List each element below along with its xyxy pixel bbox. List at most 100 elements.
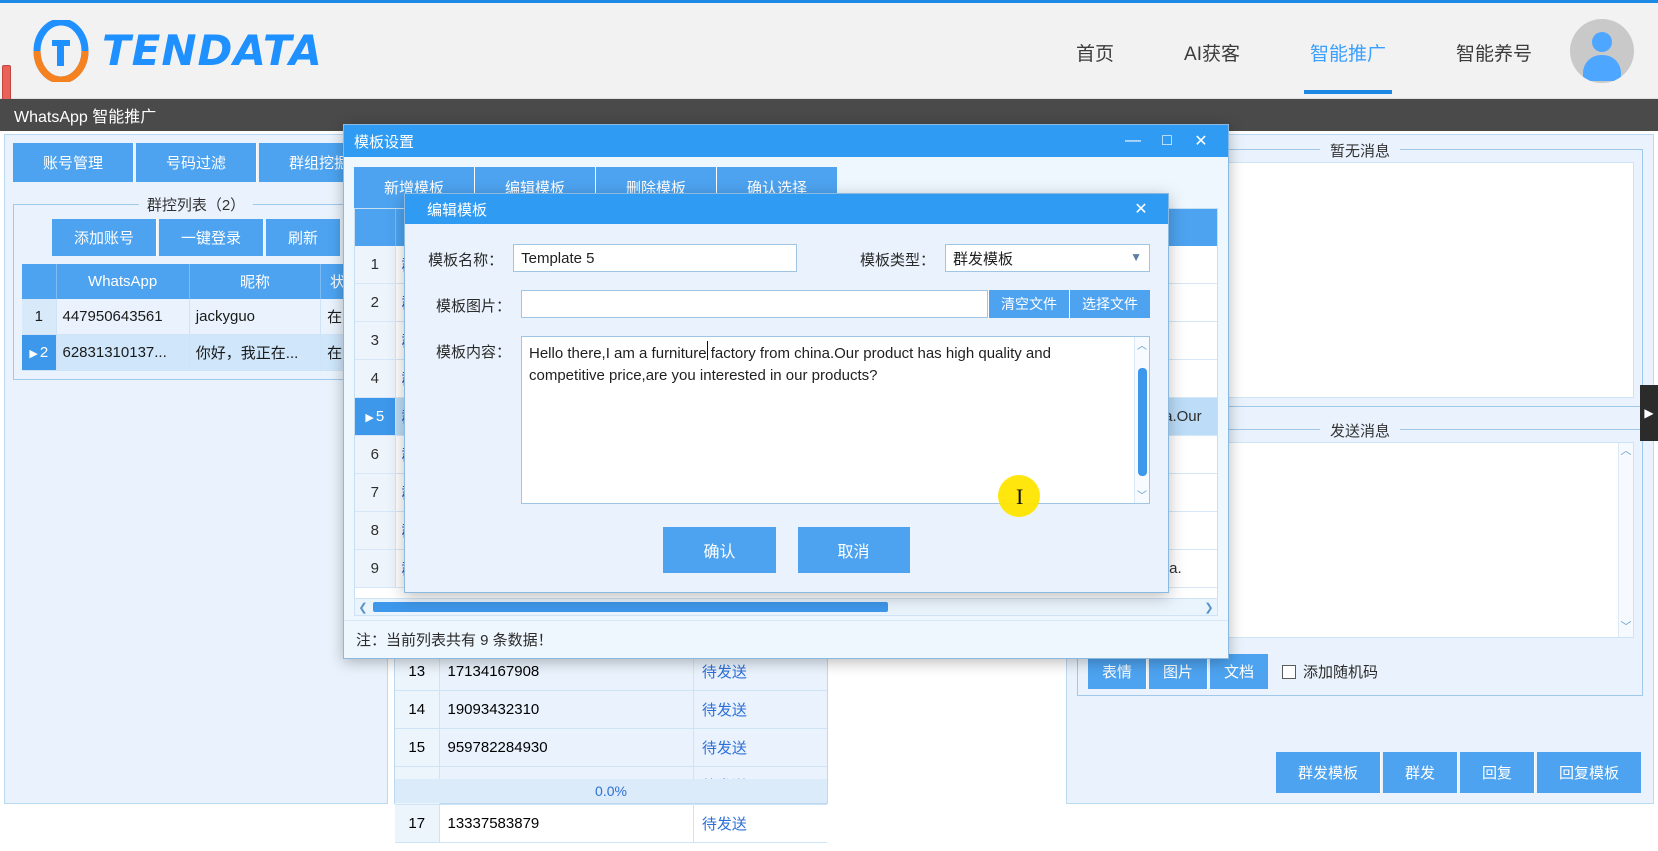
cell-number: 19093432310 <box>439 690 694 729</box>
table-row[interactable]: 1 447950643561 jackyguo 在线 <box>22 299 370 335</box>
col-nickname: 昵称 <box>189 264 322 299</box>
table-row[interactable]: ▶2 62831310137... 你好，我正在... 在线 <box>22 334 370 371</box>
group-control-list-legend: 群控列表（2） <box>138 194 254 215</box>
cell-status: 待发送 <box>693 690 827 729</box>
cancel-button[interactable]: 取消 <box>797 527 910 573</box>
nav-item-smart-promotion[interactable]: 智能推广 <box>1303 9 1392 94</box>
send-progress-bar: 0.0% <box>395 779 827 803</box>
textarea-scrollbar[interactable]: ︿ ﹀ <box>1134 337 1149 503</box>
template-image-input[interactable] <box>521 290 988 318</box>
maximize-icon[interactable]: □ <box>1150 132 1184 150</box>
nav-item-ai-acquisition[interactable]: AI获客 <box>1178 9 1246 94</box>
table-row[interactable]: 17 13337583879 待发送 <box>395 804 827 843</box>
reply-button[interactable]: 回复 <box>1459 752 1535 793</box>
minimize-icon[interactable]: — <box>1116 132 1150 150</box>
template-image-row: 模板图片： 清空文件 选择文件 <box>423 290 1150 318</box>
image-button[interactable]: 图片 <box>1149 654 1209 689</box>
table-row[interactable]: 15 959782284930 待发送 <box>395 728 827 767</box>
cell-status: 待发送 <box>693 728 827 767</box>
one-click-login-button[interactable]: 一键登录 <box>158 219 264 256</box>
template-horizontal-scrollbar[interactable]: ❮ ❯ <box>354 598 1218 616</box>
clear-file-button[interactable]: 清空文件 <box>988 290 1069 318</box>
scroll-down-icon[interactable]: ﹀ <box>1135 487 1149 502</box>
document-button[interactable]: 文档 <box>1210 654 1269 689</box>
note-text: 注：当前列表共有 9 条数据！ <box>356 632 553 649</box>
bulk-send-button[interactable]: 群发 <box>1382 752 1458 793</box>
col-index <box>355 209 396 246</box>
row-index: 1 <box>22 299 57 335</box>
col-index <box>22 264 57 299</box>
edit-dialog-title: 编辑模板 <box>427 201 488 219</box>
close-icon[interactable]: ✕ <box>1124 199 1158 219</box>
row-index: 8 <box>355 511 396 550</box>
nav-item-home[interactable]: 首页 <box>1070 9 1120 94</box>
row-index: 2 <box>355 283 396 322</box>
template-type-select[interactable] <box>944 244 1150 272</box>
panel-expand-toggle[interactable]: ▶ <box>1640 385 1658 441</box>
template-name-input[interactable] <box>513 244 797 272</box>
row-caret-icon: ▶ <box>29 348 38 360</box>
user-avatar[interactable] <box>1570 19 1634 83</box>
choose-file-button[interactable]: 选择文件 <box>1069 290 1150 318</box>
edit-template-dialog: 编辑模板 ✕ 模板名称： 模板类型： ▼ 模板图片： 清空文件 选择文件 <box>404 193 1169 593</box>
tab-account-management[interactable]: 账号管理 <box>13 143 134 182</box>
cell-whatsapp: 447950643561 <box>56 299 190 335</box>
account-table: WhatsApp 昵称 状态 1 447950643561 jackyguo 在… <box>22 264 370 371</box>
cell-number: 959782284930 <box>439 728 694 767</box>
template-content-textarea[interactable]: Hello there,I am a furniture factory fro… <box>521 336 1150 504</box>
left-tab-row: 账号管理 号码过滤 群组挖掘 <box>5 135 387 188</box>
row-index: 7 <box>355 473 396 512</box>
cell-nickname: 你好，我正在... <box>189 334 322 371</box>
send-input-scrollbar[interactable]: ︿ ﹀ <box>1618 443 1633 637</box>
top-header: TENDATA 首页 AI获客 智能推广 智能养号 <box>0 3 1658 99</box>
avatar-body-icon <box>1583 55 1621 81</box>
edit-dialog-title-bar[interactable]: 编辑模板 ✕ <box>405 194 1168 224</box>
file-picker-row: 清空文件 选择文件 <box>521 290 1150 318</box>
add-account-button[interactable]: 添加账号 <box>51 219 157 256</box>
close-icon[interactable]: ✕ <box>1184 131 1218 151</box>
brand-name: TENDATA <box>102 26 323 75</box>
send-box-legend: 发送消息 <box>1319 420 1401 441</box>
scroll-left-icon[interactable]: ❮ <box>355 601 371 614</box>
scroll-right-icon[interactable]: ❯ <box>1201 601 1217 614</box>
scroll-thumb[interactable] <box>373 602 888 612</box>
row-index: 3 <box>355 321 396 360</box>
random-code-label: 添加随机码 <box>1303 664 1379 681</box>
account-table-header: WhatsApp 昵称 状态 <box>22 264 370 299</box>
scroll-thumb[interactable] <box>1137 368 1147 476</box>
cell-status: 待发送 <box>693 804 827 843</box>
template-content-label: 模板内容： <box>435 344 511 361</box>
cell-number: 13337583879 <box>439 804 694 843</box>
random-code-checkbox[interactable] <box>1282 664 1297 679</box>
confirm-button[interactable]: 确认 <box>663 527 776 573</box>
row-index: ▶ 2 <box>22 334 57 371</box>
row-index: 9 <box>355 549 396 588</box>
template-settings-title-bar[interactable]: 模板设置 — □ ✕ <box>344 125 1228 157</box>
avatar-head-icon <box>1592 32 1612 52</box>
scroll-down-icon[interactable]: ﹀ <box>1619 619 1633 635</box>
module-title: WhatsApp 智能推广 <box>14 109 157 126</box>
row-index: 1 <box>355 246 396 284</box>
brand-logo[interactable]: TENDATA <box>30 18 323 83</box>
random-code-checkbox-wrap[interactable]: 添加随机码 <box>1282 661 1378 682</box>
group-control-list-box: 群控列表（2） 添加账号 一键登录 刷新 WhatsApp 昵称 状态 <box>13 194 379 380</box>
table-row[interactable]: 14 19093432310 待发送 <box>395 690 827 729</box>
row-index: 4 <box>355 359 396 398</box>
refresh-button[interactable]: 刷新 <box>266 219 341 256</box>
template-type-label: 模板类型： <box>859 252 935 269</box>
template-type-select-wrap[interactable]: ▼ <box>944 244 1150 272</box>
progress-value: 0.0% <box>595 783 627 799</box>
scroll-up-icon[interactable]: ︿ <box>1619 443 1633 459</box>
tab-number-filter[interactable]: 号码过滤 <box>136 143 257 182</box>
cell-whatsapp: 62831310137... <box>56 334 190 371</box>
bulk-template-button[interactable]: 群发模板 <box>1275 752 1381 793</box>
scroll-up-icon[interactable]: ︿ <box>1135 337 1149 352</box>
message-box-legend: 暂无消息 <box>1319 140 1401 161</box>
account-action-row: 添加账号 一键登录 刷新 <box>22 219 370 256</box>
reply-template-button[interactable]: 回复模板 <box>1536 752 1641 793</box>
row-index: 15 <box>395 728 440 767</box>
template-count-note: 注：当前列表共有 9 条数据！ <box>344 620 1228 658</box>
emoji-button[interactable]: 表情 <box>1088 654 1148 689</box>
template-content-row: 模板内容： Hello there,I am a furniture facto… <box>423 336 1150 517</box>
nav-item-smart-nurture[interactable]: 智能养号 <box>1450 9 1538 94</box>
